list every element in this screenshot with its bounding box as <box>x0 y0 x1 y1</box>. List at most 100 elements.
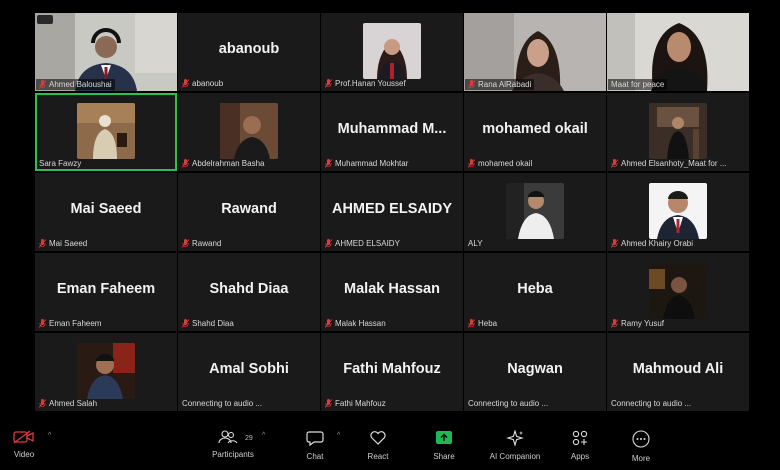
participant-tile[interactable]: mohamed okail mohamed okail <box>464 93 606 171</box>
participant-name-label: Ahmed Baloushai <box>36 79 115 90</box>
participant-display-name: Eman Faheem <box>56 281 156 297</box>
participant-tile[interactable]: ALY <box>464 173 606 251</box>
chat-label: Chat <box>306 452 324 461</box>
participant-name-label: Connecting to audio ... <box>611 399 692 408</box>
mic-muted-icon <box>611 159 618 168</box>
participants-button[interactable]: Participants <box>203 430 263 459</box>
participant-tile[interactable]: Rana AlRabadi <box>464 13 606 91</box>
participant-name-label: ALY <box>468 239 483 248</box>
participant-name-label: Ahmed Khairy Orabi <box>611 239 745 248</box>
ai-companion-button[interactable]: AI Companion <box>485 430 545 461</box>
participant-name-label: Prof.Hanan Youssef <box>325 79 459 88</box>
participant-display-name: Nagwan <box>507 361 563 377</box>
participant-tile[interactable]: Ahmed Salah <box>35 333 177 411</box>
participant-tile-active-speaker[interactable]: Sara Fawzy <box>35 93 177 171</box>
chat-button[interactable]: Chat <box>285 430 345 461</box>
participant-display-name: Rawand <box>221 201 277 217</box>
participant-video <box>649 263 707 319</box>
video-button[interactable]: Video <box>0 430 54 459</box>
participant-name-label: Rana AlRabadi <box>465 79 535 90</box>
mic-muted-icon <box>182 159 189 168</box>
mic-muted-icon <box>468 80 475 89</box>
participant-tile[interactable]: AHMED ELSAIDY AHMED ELSAIDY <box>321 173 463 251</box>
participant-tile[interactable]: Prof.Hanan Youssef <box>321 13 463 91</box>
participant-video <box>220 103 278 159</box>
participant-tile[interactable]: Mai Saeed Mai Saeed <box>35 173 177 251</box>
mic-muted-icon <box>468 319 475 328</box>
video-label: Video <box>13 450 35 459</box>
meeting-toolbar: Video ^ Participants 29 ^ Chat ^ React S… <box>0 424 780 470</box>
participants-count: 29 <box>245 435 253 442</box>
apps-label: Apps <box>570 452 590 461</box>
react-label: React <box>367 452 389 461</box>
participant-name-label: Ahmed Salah <box>39 399 173 408</box>
participant-tile[interactable]: Abdelrahman Basha <box>178 93 320 171</box>
participant-name-label: Heba <box>468 319 602 328</box>
participant-tile[interactable]: Heba Heba <box>464 253 606 331</box>
more-icon <box>632 430 650 448</box>
share-screen-icon <box>436 431 452 444</box>
participant-tile[interactable]: Ahmed Baloushai <box>35 13 177 91</box>
participant-display-name: Mahmoud Ali <box>632 361 724 377</box>
participant-display-name: AHMED ELSAIDY <box>331 201 453 217</box>
participant-display-name: Mai Saeed <box>70 201 142 217</box>
participant-name-label: Eman Faheem <box>39 319 173 328</box>
participant-tile[interactable]: Nagwan Connecting to audio ... <box>464 333 606 411</box>
participant-name-label: Abdelrahman Basha <box>182 159 316 168</box>
participant-tile[interactable]: Malak Hassan Malak Hassan <box>321 253 463 331</box>
participant-tile[interactable]: abanoub abanoub <box>178 13 320 91</box>
participant-name-label: Ramy Yusuf <box>611 319 745 328</box>
participant-name-label: Malak Hassan <box>325 319 459 328</box>
apps-button[interactable]: Apps <box>550 430 610 461</box>
participant-name-label: Rawand <box>182 239 316 248</box>
participant-tile[interactable]: Rawand Rawand <box>178 173 320 251</box>
share-button[interactable]: Share <box>414 430 474 461</box>
mic-muted-icon <box>182 319 189 328</box>
participant-tile[interactable]: Shahd Diaa Shahd Diaa <box>178 253 320 331</box>
participant-name-label: abanoub <box>182 79 316 88</box>
sparkle-icon <box>506 430 524 446</box>
chat-options-caret[interactable]: ^ <box>337 432 340 439</box>
heart-icon <box>370 431 386 445</box>
more-label: More <box>631 454 651 463</box>
mic-muted-icon <box>182 239 189 248</box>
participant-tile[interactable]: Fathi Mahfouz Fathi Mahfouz <box>321 333 463 411</box>
participant-display-name: mohamed okail <box>482 121 588 137</box>
participant-name-label: Maat for peace <box>608 79 668 90</box>
participant-name-label: Shahd Diaa <box>182 319 316 328</box>
participant-name-label: AHMED ELSAIDY <box>325 239 459 248</box>
ai-companion-label: AI Companion <box>489 452 541 461</box>
participant-display-name: Muhammad M... <box>337 121 447 137</box>
video-options-caret[interactable]: ^ <box>48 432 51 439</box>
participant-display-name: Fathi Mahfouz <box>343 361 441 377</box>
participant-video <box>77 103 135 159</box>
video-off-icon <box>13 430 34 444</box>
chat-icon <box>306 431 324 446</box>
participant-name-label: Fathi Mahfouz <box>325 399 459 408</box>
mic-muted-icon <box>325 319 332 328</box>
participant-tile[interactable]: Amal Sobhi Connecting to audio ... <box>178 333 320 411</box>
mic-muted-icon <box>182 79 189 88</box>
participants-options-caret[interactable]: ^ <box>262 432 265 439</box>
participant-video <box>506 183 564 239</box>
participant-tile[interactable]: Ahmed Khairy Orabi <box>607 173 749 251</box>
participant-tile[interactable]: Eman Faheem Eman Faheem <box>35 253 177 331</box>
participant-name-label: mohamed okail <box>468 159 602 168</box>
participant-tile[interactable]: Muhammad M... Muhammad Mokhtar <box>321 93 463 171</box>
participant-tile[interactable]: Maat for peace <box>607 13 749 91</box>
react-button[interactable]: React <box>348 430 408 461</box>
more-button[interactable]: More <box>611 430 671 463</box>
participants-icon <box>218 430 238 444</box>
participant-tile[interactable]: Mahmoud Ali Connecting to audio ... <box>607 333 749 411</box>
mic-muted-icon <box>611 239 618 248</box>
participant-video <box>649 183 707 239</box>
participant-tile[interactable]: Ahmed Elsanhoty_Maat for ... <box>607 93 749 171</box>
mic-muted-icon <box>325 159 332 168</box>
participant-tile[interactable]: Ramy Yusuf <box>607 253 749 331</box>
participant-name-label: Mai Saeed <box>39 239 173 248</box>
mic-muted-icon <box>611 319 618 328</box>
mic-muted-icon <box>39 80 46 89</box>
participant-video <box>363 23 421 79</box>
share-label: Share <box>433 452 455 461</box>
participants-label: Participants <box>212 450 254 459</box>
